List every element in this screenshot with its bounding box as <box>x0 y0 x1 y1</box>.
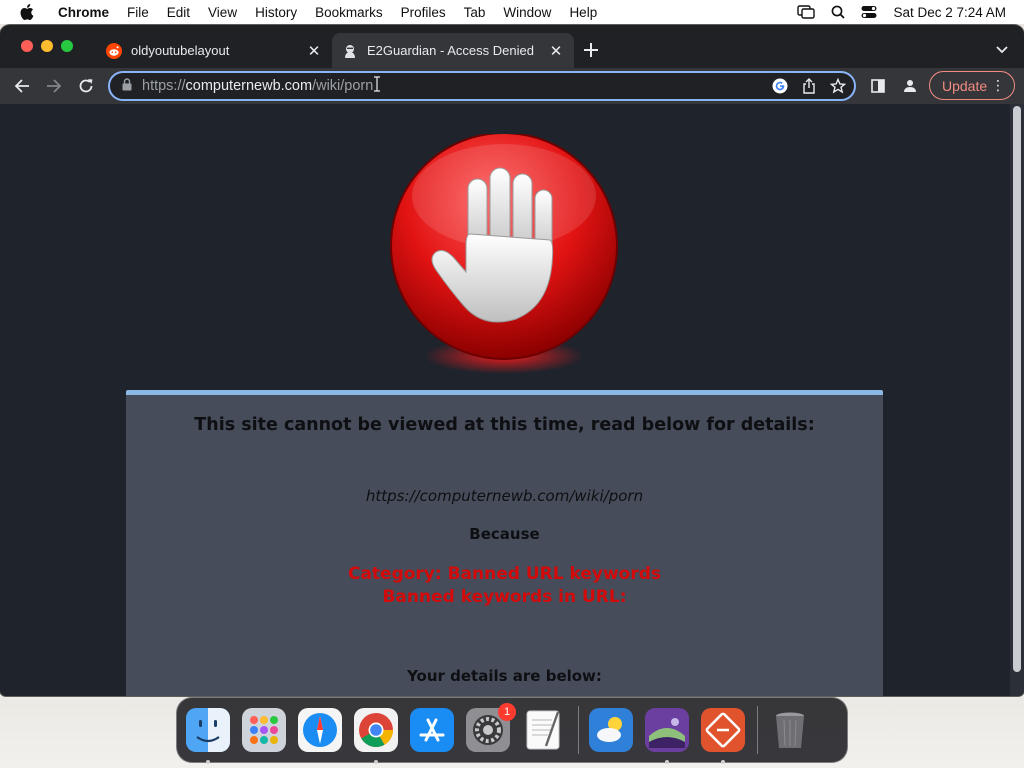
address-bar[interactable]: https://computernewb.com/wiki/porn <box>108 71 856 101</box>
menu-file[interactable]: File <box>118 5 158 20</box>
share-icon[interactable] <box>802 78 816 98</box>
chrome-icon[interactable] <box>354 708 398 764</box>
page-scrollbar[interactable] <box>1010 104 1024 696</box>
update-button[interactable]: Update ⋮ <box>929 71 1015 100</box>
dock-separator <box>757 706 758 754</box>
tab-e2guardian[interactable]: E2Guardian - Access Denied ✕ <box>332 33 574 68</box>
window-controls <box>21 40 73 52</box>
reddit-icon <box>106 42 122 59</box>
spotlight-search-icon[interactable] <box>831 5 846 19</box>
finder-icon[interactable] <box>186 708 230 764</box>
menu-help[interactable]: Help <box>560 5 606 20</box>
address-bar-actions <box>772 77 847 98</box>
more-menu-icon[interactable]: ⋮ <box>991 77 1005 94</box>
weather-icon[interactable] <box>589 708 633 752</box>
lock-icon[interactable] <box>122 77 132 95</box>
tab-strip: oldyoutubelayout ✕ E2Guardian - Access D… <box>0 25 1024 68</box>
running-indicator <box>721 760 725 764</box>
remote-desktop-icon[interactable] <box>701 708 745 764</box>
block-category: Category: Banned URL keywords <box>347 564 662 584</box>
stop-hand-icon <box>384 132 624 384</box>
tab-search-chevron-icon[interactable] <box>996 41 1008 59</box>
menu-profiles[interactable]: Profiles <box>392 5 455 20</box>
page-content: This site cannot be viewed at this time,… <box>0 104 1024 696</box>
running-indicator <box>374 760 378 764</box>
safari-icon[interactable] <box>298 708 342 752</box>
system-settings-icon[interactable]: 1 <box>466 703 516 752</box>
browser-window: oldyoutubelayout ✕ E2Guardian - Access D… <box>0 25 1024 696</box>
menu-history[interactable]: History <box>246 5 306 20</box>
text-cursor-icon <box>373 76 381 96</box>
profile-icon[interactable] <box>900 76 920 96</box>
app-store-icon[interactable] <box>410 708 454 752</box>
tab-close-icon[interactable]: ✕ <box>548 43 564 60</box>
menu-bar: Chrome File Edit View History Bookmarks … <box>0 0 1024 24</box>
launchpad-icon[interactable] <box>242 708 286 752</box>
window-zoom-button[interactable] <box>61 40 73 52</box>
menu-edit[interactable]: Edit <box>158 5 199 20</box>
scrollbar-thumb[interactable] <box>1013 106 1021 672</box>
block-detail: Banned keywords in URL: <box>382 587 627 607</box>
screen-mirroring-icon[interactable] <box>797 5 816 19</box>
menu-app-chrome[interactable]: Chrome <box>49 5 118 20</box>
forward-arrow-icon[interactable] <box>44 76 64 96</box>
window-minimize-button[interactable] <box>41 40 53 52</box>
tab-close-icon[interactable]: ✕ <box>306 43 322 60</box>
tab-oldyoutubelayout[interactable]: oldyoutubelayout ✕ <box>96 33 332 68</box>
access-denied-panel: This site cannot be viewed at this time,… <box>126 390 883 696</box>
back-arrow-icon[interactable] <box>12 76 32 96</box>
tab-title: E2Guardian - Access Denied <box>367 43 534 58</box>
trash-icon[interactable] <box>768 708 812 752</box>
textedit-icon[interactable] <box>522 708 566 752</box>
url-scheme: https:// <box>142 78 186 94</box>
url-host: computernewb.com <box>185 78 313 94</box>
menu-bookmarks[interactable]: Bookmarks <box>306 5 392 20</box>
update-label: Update <box>942 77 988 94</box>
dock-separator <box>578 706 579 754</box>
menu-view[interactable]: View <box>199 5 246 20</box>
running-indicator <box>665 760 669 764</box>
dock: 1 <box>176 697 848 764</box>
vm-app-icon[interactable] <box>645 708 689 764</box>
blocked-url: https://computernewb.com/wiki/porn <box>365 487 644 505</box>
because-label: Because <box>469 525 540 543</box>
tab-title: oldyoutubelayout <box>131 43 230 58</box>
menu-window[interactable]: Window <box>494 5 560 20</box>
menu-tab[interactable]: Tab <box>455 5 495 20</box>
menubar-clock[interactable]: Sat Dec 2 7:24 AM <box>893 5 1006 20</box>
guardian-icon <box>342 43 358 59</box>
page-headline: This site cannot be viewed at this time,… <box>194 415 815 435</box>
google-lens-icon[interactable] <box>772 78 788 98</box>
side-panel-icon[interactable] <box>868 76 888 96</box>
block-reason: Category: Banned URL keywords Banned key… <box>126 563 883 609</box>
new-tab-button[interactable] <box>584 39 598 61</box>
bookmark-star-icon[interactable] <box>829 77 847 98</box>
browser-toolbar: https://computernewb.com/wiki/porn Updat… <box>0 68 1024 104</box>
control-center-icon[interactable] <box>861 5 877 19</box>
apple-menu-icon[interactable] <box>19 3 37 21</box>
details-heading: Your details are below: <box>407 667 602 685</box>
window-close-button[interactable] <box>21 40 33 52</box>
running-indicator <box>206 760 210 764</box>
reload-icon[interactable] <box>76 76 96 96</box>
url-path: /wiki/porn <box>312 78 374 94</box>
notification-badge: 1 <box>498 703 516 721</box>
